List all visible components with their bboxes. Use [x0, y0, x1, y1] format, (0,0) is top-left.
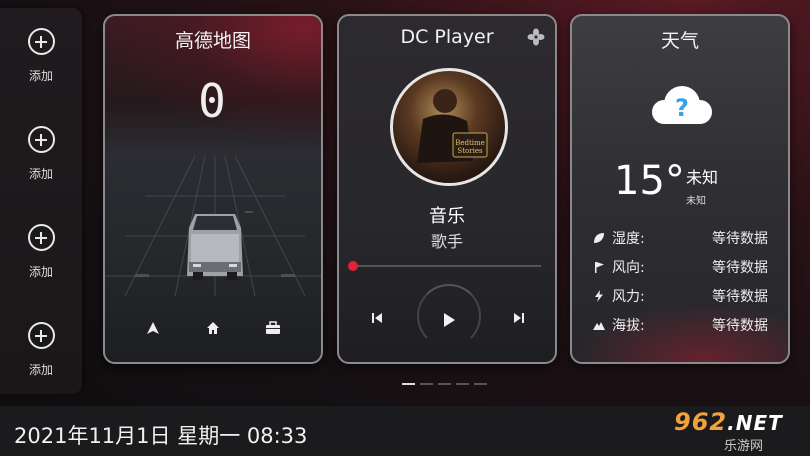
watermark-main-text: 962.NET — [674, 408, 783, 436]
humidity-value: 等待数据 — [712, 231, 768, 247]
weather-condition: 未知 — [686, 168, 719, 187]
wind-direction-row: 风向: 等待数据 — [592, 257, 768, 277]
flag-icon — [592, 260, 606, 274]
page-dot[interactable] — [456, 383, 469, 385]
temperature-value: 15° — [614, 158, 685, 204]
watermark-net: .NET — [727, 411, 783, 435]
app-sidebar: 添加 添加 添加 添加 — [0, 8, 82, 394]
sidebar-add-label: 添加 — [28, 363, 53, 377]
altitude-row: 海拔: 等待数据 — [592, 315, 768, 335]
weather-condition-sub: 未知 — [686, 196, 706, 207]
add-circle-icon — [27, 28, 55, 55]
artist-name: 歌手 — [430, 232, 463, 251]
home-icon[interactable] — [203, 318, 223, 338]
altitude-value: 等待数据 — [712, 318, 768, 334]
svg-text:Bedtime: Bedtime — [455, 139, 485, 147]
add-circle-icon — [27, 224, 55, 251]
speed-readout: 0 — [198, 74, 228, 128]
sidebar-add-slot-4[interactable]: 添加 — [0, 322, 82, 392]
navigate-arrow-icon[interactable] — [143, 318, 163, 338]
sidebar-add-slot-1[interactable]: 添加 — [0, 28, 82, 98]
page-dot[interactable] — [402, 383, 415, 385]
map-card-title: 高德地图 — [174, 30, 251, 52]
add-circle-icon — [27, 322, 55, 349]
date-time-display: 2021年11月1日 星期一 08:33 — [14, 424, 308, 448]
wind-force-value: 等待数据 — [712, 289, 768, 305]
sidebar-add-slot-3[interactable]: 添加 — [0, 224, 82, 294]
play-icon[interactable] — [439, 310, 459, 330]
sidebar-add-slot-2[interactable]: 添加 — [0, 126, 82, 196]
sidebar-add-label: 添加 — [28, 69, 53, 83]
status-footer: 2021年11月1日 星期一 08:33 962.NET 乐游网 — [0, 406, 810, 456]
bolt-icon — [592, 289, 606, 303]
map-shortcuts — [105, 318, 321, 338]
unknown-weather-cloud-icon: ? — [652, 86, 712, 124]
map-card[interactable]: 高德地图 0 — [103, 14, 323, 364]
road-car-illustration — [105, 156, 321, 296]
player-card-title: DC Player — [400, 26, 494, 48]
page-dot[interactable] — [420, 383, 433, 385]
page-indicator — [402, 383, 487, 385]
wind-force-row: 风力: 等待数据 — [592, 286, 768, 306]
album-cover-image: Bedtime Stories — [390, 68, 508, 186]
weather-card[interactable]: 天气 ? 15° 未知 未知 湿度: 等待数据 风向: 等待数据 风力: 等待数… — [570, 14, 790, 364]
weather-card-title: 天气 — [660, 30, 699, 52]
wind-force-label: 风力: — [612, 289, 645, 305]
playback-progress-bar[interactable] — [348, 261, 541, 271]
svg-text:Stories: Stories — [457, 147, 483, 155]
song-title: 音乐 — [429, 206, 465, 227]
music-player-card[interactable]: DC Player Bedtime Stories 音乐 歌手 — [337, 14, 557, 364]
wind-direction-label: 风向: — [612, 260, 645, 276]
page-dot[interactable] — [474, 383, 487, 385]
briefcase-icon[interactable] — [263, 318, 283, 338]
previous-track-icon[interactable] — [369, 310, 385, 326]
fan-icon[interactable] — [527, 28, 545, 46]
site-watermark-logo: 962.NET 乐游网 — [666, 408, 804, 454]
progress-knob[interactable] — [348, 261, 358, 271]
sidebar-add-label: 添加 — [28, 167, 53, 181]
watermark-sub-text: 乐游网 — [724, 439, 764, 454]
humidity-label: 湿度: — [612, 231, 645, 247]
altitude-label: 海拔: — [612, 318, 645, 334]
sidebar-add-label: 添加 — [28, 265, 53, 279]
next-track-icon[interactable] — [511, 310, 527, 326]
mountain-icon — [592, 318, 606, 332]
leaf-icon — [592, 231, 606, 245]
page-dot[interactable] — [438, 383, 451, 385]
watermark-number: 962 — [674, 408, 728, 436]
humidity-row: 湿度: 等待数据 — [592, 228, 768, 248]
add-circle-icon — [27, 126, 55, 153]
wind-direction-value: 等待数据 — [712, 260, 768, 276]
svg-text:?: ? — [675, 94, 689, 122]
